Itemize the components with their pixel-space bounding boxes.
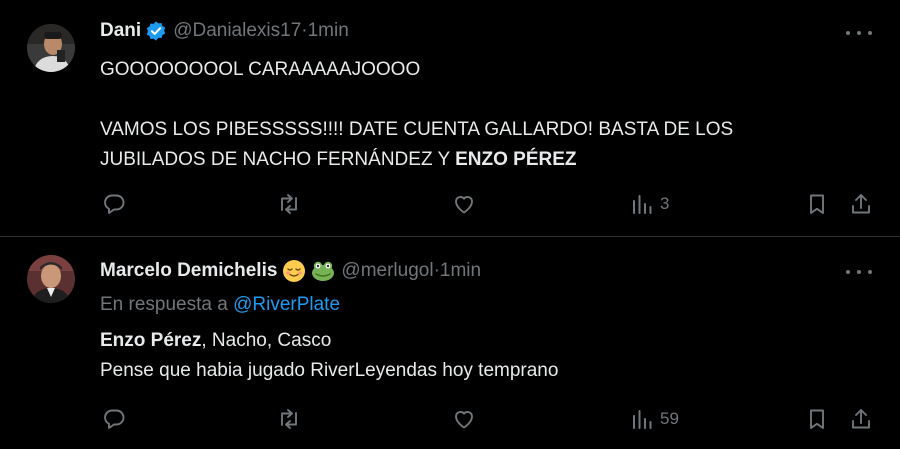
like-icon — [455, 411, 473, 429]
more-icon[interactable] — [846, 262, 872, 282]
views-button[interactable]: 3 — [630, 189, 669, 219]
tweet-text-line: GOOOOOOOOL CARAAAAAJOOOO — [100, 59, 421, 80]
action-bar: 59 — [0, 404, 900, 434]
view-count: 59 — [660, 409, 679, 428]
retweet-button[interactable] — [277, 404, 301, 434]
reply-button[interactable] — [102, 189, 126, 219]
retweet-icon — [281, 194, 297, 214]
author-handle[interactable]: @merlugol — [341, 260, 433, 282]
author-name[interactable]: Dani — [100, 20, 141, 42]
share-button[interactable] — [849, 404, 873, 434]
relieved-face-icon — [283, 260, 306, 282]
action-bar: 3 — [0, 189, 900, 219]
tweet-header: Dani @Danialexis17 · 1min — [100, 20, 349, 42]
tweet-text-plain: JUBILADOS DE NACHO FERNÁNDEZ Y — [100, 149, 456, 170]
retweet-button[interactable] — [277, 189, 301, 219]
views-icon — [633, 410, 652, 429]
replying-prefix: En respuesta a — [100, 294, 234, 315]
tweet-text-line: JUBILADOS DE NACHO FERNÁNDEZ Y ENZO PÉRE… — [100, 145, 733, 175]
timestamp[interactable]: 1min — [308, 20, 349, 42]
replying-to-link[interactable]: @RiverPlate — [233, 294, 340, 315]
tweet-text: GOOOOOOOOL CARAAAAAJOOOO VAMOS LOS PIBES… — [100, 55, 733, 175]
tweet-text-line: Enzo Pérez, Nacho, Casco — [100, 326, 558, 356]
bookmark-icon — [810, 194, 824, 214]
share-icon — [852, 409, 870, 429]
bookmark-icon — [810, 409, 824, 429]
avatar[interactable] — [27, 255, 75, 303]
reply-icon — [104, 409, 125, 429]
like-button[interactable] — [452, 189, 476, 219]
timestamp[interactable]: 1min — [440, 260, 481, 282]
frog-face-icon — [312, 261, 335, 281]
tweet-text: Enzo Pérez, Nacho, Casco Pense que habia… — [100, 326, 558, 386]
tweet-text-bold: ENZO PÉREZ — [455, 149, 577, 170]
avatar[interactable] — [27, 24, 75, 72]
verified-badge-icon — [147, 21, 166, 41]
like-icon — [455, 196, 473, 214]
more-icon[interactable] — [846, 23, 872, 43]
reply-button[interactable] — [102, 404, 126, 434]
bookmark-button[interactable] — [805, 404, 829, 434]
tweet-header: Marcelo Demichelis @merlugol · 1min — [100, 259, 481, 283]
author-handle[interactable]: @Danialexis17 — [173, 20, 301, 42]
reply-icon — [104, 194, 125, 214]
share-icon — [852, 194, 870, 214]
view-count: 3 — [660, 194, 670, 213]
tweet-text-bold: Enzo Pérez — [100, 330, 202, 351]
like-button[interactable] — [452, 404, 476, 434]
replying-to: En respuesta a @RiverPlate — [100, 294, 340, 316]
retweet-icon — [281, 409, 297, 429]
bookmark-button[interactable] — [805, 189, 829, 219]
tweet-text-line: VAMOS LOS PIBESSSSS!!!! DATE CUENTA GALL… — [100, 119, 734, 140]
views-button[interactable]: 59 — [630, 404, 679, 434]
share-button[interactable] — [849, 189, 873, 219]
views-icon — [633, 195, 652, 214]
tweet[interactable]: Dani @Danialexis17 · 1min GOOOOOOOOL CAR… — [0, 0, 900, 237]
tweet-text-plain: , Nacho, Casco — [201, 330, 332, 351]
author-name[interactable]: Marcelo Demichelis — [100, 260, 277, 282]
tweet-text-line: Pense que habia jugado RiverLeyendas hoy… — [100, 360, 559, 381]
tweet[interactable]: Marcelo Demichelis @merlugol · 1min En r… — [0, 237, 900, 449]
